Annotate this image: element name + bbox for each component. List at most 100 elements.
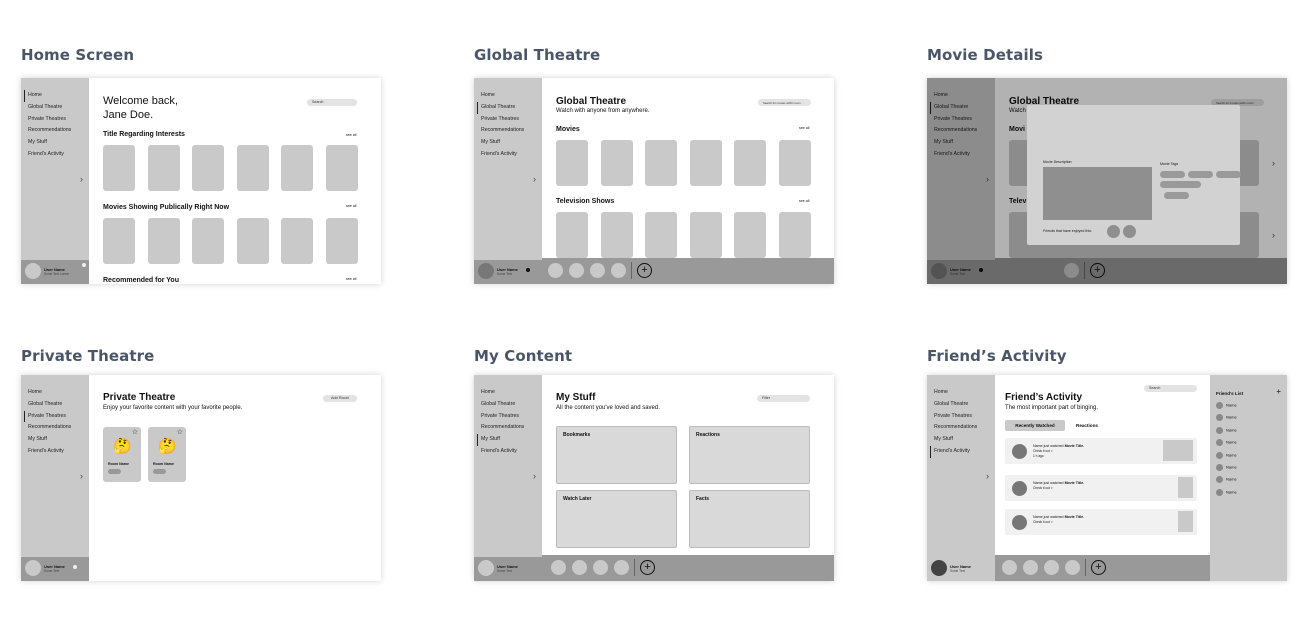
- chevron-right-icon[interactable]: ›: [1272, 158, 1275, 168]
- friend-avatar[interactable]: [1023, 560, 1038, 575]
- sidebar-item-recommendations[interactable]: Recommendations: [480, 125, 524, 137]
- movie-card[interactable]: [690, 140, 722, 186]
- add-friend-button[interactable]: +: [637, 263, 652, 278]
- movie-card[interactable]: [734, 140, 766, 186]
- filter-input[interactable]: Filter: [757, 395, 810, 402]
- tab-reactions[interactable]: Reactions: [1076, 420, 1098, 431]
- facts-box[interactable]: Facts: [689, 490, 810, 548]
- show-card[interactable]: [690, 212, 722, 258]
- movie-card[interactable]: [601, 140, 633, 186]
- friend-avatar[interactable]: [611, 263, 626, 278]
- search-input[interactable]: Search: [1144, 385, 1197, 392]
- see-all-link[interactable]: see all: [799, 199, 809, 203]
- show-card[interactable]: [645, 212, 677, 258]
- sidebar-item-global-theatre[interactable]: Global Theatre: [933, 399, 977, 411]
- sidebar-item-home[interactable]: Home: [480, 387, 524, 399]
- user-bar[interactable]: User Name Some Text: [474, 557, 542, 581]
- chevron-right-icon[interactable]: ›: [533, 471, 536, 481]
- search-input[interactable]: Search for movies within room: [758, 99, 811, 106]
- friend-avatar[interactable]: [1044, 560, 1059, 575]
- movie-card[interactable]: [556, 140, 588, 186]
- sidebar-item-home[interactable]: Home: [933, 387, 977, 399]
- add-friend-button[interactable]: +: [1091, 560, 1106, 575]
- friend-avatar[interactable]: [569, 263, 584, 278]
- sidebar-item-home[interactable]: Home: [27, 387, 71, 399]
- tag-chip[interactable]: [1188, 171, 1213, 178]
- movie-card[interactable]: [779, 140, 811, 186]
- show-card[interactable]: [601, 212, 633, 258]
- chevron-right-icon[interactable]: ›: [533, 174, 536, 184]
- user-bar[interactable]: User Name Some Text: [927, 557, 995, 581]
- sidebar-item-global-theatre[interactable]: Global Theatre: [477, 101, 524, 114]
- sidebar-item-friends-activity[interactable]: Friend's Activity: [930, 445, 977, 458]
- friend-avatar[interactable]: [593, 560, 608, 575]
- movie-card[interactable]: [103, 145, 135, 191]
- friend-avatar[interactable]: [1065, 560, 1080, 575]
- sidebar-item-recommendations[interactable]: Recommendations: [480, 422, 524, 434]
- friend-avatar[interactable]: [572, 560, 587, 575]
- sidebar-item-my-stuff[interactable]: My Stuff: [480, 137, 524, 149]
- sidebar-item-global-theatre[interactable]: Global Theatre: [480, 399, 524, 411]
- sidebar-item-friends-activity[interactable]: Friend's Activity: [480, 446, 524, 458]
- activity-item[interactable]: Name just watched Movie Title. Check it …: [1005, 438, 1197, 464]
- sidebar-item-private-theatres[interactable]: Private Theatres: [24, 410, 71, 423]
- chevron-right-icon[interactable]: ›: [80, 174, 83, 184]
- movie-card[interactable]: [192, 218, 224, 264]
- sidebar-item-my-stuff[interactable]: My Stuff: [933, 434, 977, 446]
- add-friend-icon[interactable]: +: [1276, 387, 1281, 396]
- see-all-link[interactable]: see all: [799, 126, 809, 130]
- show-card[interactable]: [734, 212, 766, 258]
- tag-chip[interactable]: [1160, 181, 1201, 188]
- room-card[interactable]: ☆ 🤔 Room Name: [148, 427, 186, 482]
- movie-card[interactable]: [192, 145, 224, 191]
- sidebar-item-global-theatre[interactable]: Global Theatre: [27, 399, 71, 411]
- friend-list-item[interactable]: Name: [1216, 439, 1237, 446]
- chevron-right-icon[interactable]: ›: [80, 471, 83, 481]
- movie-thumbnail[interactable]: [1178, 511, 1193, 532]
- sidebar-item-my-stuff[interactable]: My Stuff: [477, 434, 524, 446]
- reactions-box[interactable]: Reactions: [689, 426, 810, 484]
- movie-card[interactable]: [237, 145, 269, 191]
- friend-list-item[interactable]: Name: [1216, 452, 1237, 459]
- movie-card[interactable]: [103, 218, 135, 264]
- tag-chip[interactable]: [1216, 171, 1241, 178]
- movie-thumbnail[interactable]: [1178, 477, 1193, 498]
- sidebar-item-friends-activity[interactable]: Friend's Activity: [480, 149, 524, 161]
- sidebar-item-my-stuff[interactable]: My Stuff: [27, 137, 71, 149]
- add-friend-button[interactable]: +: [640, 560, 655, 575]
- sidebar-item-friends-activity[interactable]: Friend's Activity: [27, 446, 71, 458]
- check-it-out-link[interactable]: Check it out >: [1033, 486, 1053, 490]
- show-card[interactable]: [779, 212, 811, 258]
- friend-avatar[interactable]: [1107, 225, 1120, 238]
- tag-chip[interactable]: [1160, 171, 1185, 178]
- friend-list-item[interactable]: Name: [1216, 464, 1237, 471]
- star-icon[interactable]: ☆: [177, 428, 183, 436]
- sidebar-item-private-theatres[interactable]: Private Theatres: [480, 114, 524, 126]
- user-bar[interactable]: User Name Some Text: [21, 557, 89, 581]
- add-room-button[interactable]: Add Room: [323, 395, 357, 402]
- chevron-right-icon[interactable]: ›: [1272, 230, 1275, 240]
- friend-list-item[interactable]: Name: [1216, 489, 1237, 496]
- tag-chip[interactable]: [1164, 192, 1189, 199]
- sidebar-item-home[interactable]: Home: [24, 90, 71, 102]
- friend-avatar[interactable]: [1123, 225, 1136, 238]
- watch-later-box[interactable]: Watch Later: [556, 490, 677, 548]
- movie-card[interactable]: [326, 145, 358, 191]
- movie-card[interactable]: [148, 145, 180, 191]
- sidebar-item-my-stuff[interactable]: My Stuff: [27, 434, 71, 446]
- activity-item[interactable]: Name just watched Movie Title. Check it …: [1005, 475, 1197, 501]
- see-all-link[interactable]: see all: [346, 204, 356, 208]
- movie-card[interactable]: [281, 218, 313, 264]
- chevron-right-icon[interactable]: ›: [986, 471, 989, 481]
- user-bar[interactable]: User Name Some Text Lorem: [21, 260, 89, 284]
- movie-card[interactable]: [148, 218, 180, 264]
- sidebar-item-global-theatre[interactable]: Global Theatre: [27, 102, 71, 114]
- friend-list-item[interactable]: Name: [1216, 402, 1237, 409]
- friend-avatar[interactable]: [551, 560, 566, 575]
- movie-card[interactable]: [645, 140, 677, 186]
- sidebar-item-recommendations[interactable]: Recommendations: [27, 422, 71, 434]
- sidebar-item-home[interactable]: Home: [480, 90, 524, 102]
- tab-recently-watched[interactable]: Recently Watched: [1005, 420, 1065, 431]
- bookmarks-box[interactable]: Bookmarks: [556, 426, 677, 484]
- search-input[interactable]: Search: [307, 99, 357, 106]
